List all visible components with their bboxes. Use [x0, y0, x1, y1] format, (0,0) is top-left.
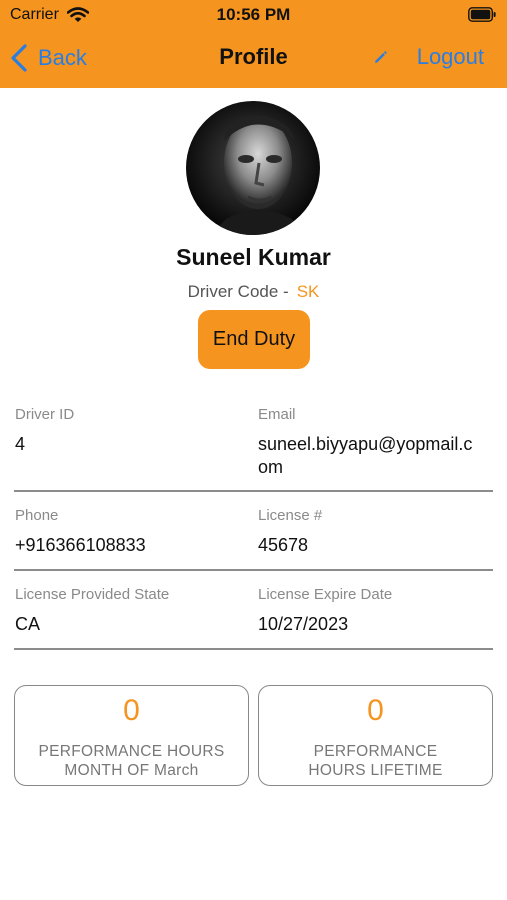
lifetime-hours-value: 0 [367, 694, 384, 727]
stat-card-lifetime: 0 PERFORMANCE HOURS LIFETIME [258, 685, 493, 786]
email-value-line2: om [258, 457, 284, 477]
email-label: Email [258, 406, 296, 423]
license-label: License # [258, 507, 323, 524]
driver-code-label: Driver Code - [187, 282, 289, 301]
driver-code-value: SK [296, 282, 320, 301]
email-value-line1: suneel.biyyapu@yopmail.c [258, 434, 473, 454]
avatar [186, 101, 320, 235]
lifetime-hours-label: PERFORMANCE HOURS LIFETIME [259, 742, 492, 780]
back-button[interactable]: Back [10, 42, 87, 74]
stat-card-month: 0 PERFORMANCE HOURS MONTH OF March [14, 685, 249, 786]
month-hours-label: PERFORMANCE HOURS MONTH OF March [15, 742, 248, 780]
license-state-value: CA [15, 614, 41, 634]
pencil-icon[interactable] [372, 50, 388, 66]
month-hours-label-line2: MONTH OF March [64, 762, 199, 779]
avatar-photo [186, 101, 320, 235]
lifetime-hours-label-line2: HOURS LIFETIME [308, 762, 443, 779]
driver-name: Suneel Kumar [176, 244, 331, 270]
month-hours-label-line1: PERFORMANCE HOURS [38, 743, 225, 760]
status-bar: Carrier 10:56 PM [0, 0, 507, 30]
nav-bar: Back Profile Logout [0, 30, 507, 88]
driver-id-label: Driver ID [15, 406, 75, 423]
status-time: 10:56 PM [216, 5, 291, 24]
back-label: Back [38, 45, 87, 70]
license-state-label: License Provided State [15, 586, 170, 603]
phone-label: Phone [15, 507, 59, 524]
phone-value: +916366108833 [15, 535, 146, 555]
divider [14, 569, 493, 571]
driver-id-value: 4 [15, 434, 26, 454]
end-duty-button[interactable]: End Duty [198, 310, 310, 369]
driver-code-row: Driver Code - SK [0, 282, 507, 302]
divider [14, 648, 493, 650]
license-expire-value: 10/27/2023 [258, 614, 349, 634]
battery-icon [468, 7, 496, 22]
chevron-left-icon [11, 44, 27, 72]
email-value: suneel.biyyapu@yopmail.c om [258, 433, 472, 479]
license-expire-label: License Expire Date [258, 586, 393, 603]
divider [14, 490, 493, 492]
license-value: 45678 [258, 535, 309, 555]
logout-button[interactable]: Logout [417, 44, 484, 70]
lifetime-hours-label-line1: PERFORMANCE [313, 743, 438, 760]
month-hours-value: 0 [123, 694, 140, 727]
